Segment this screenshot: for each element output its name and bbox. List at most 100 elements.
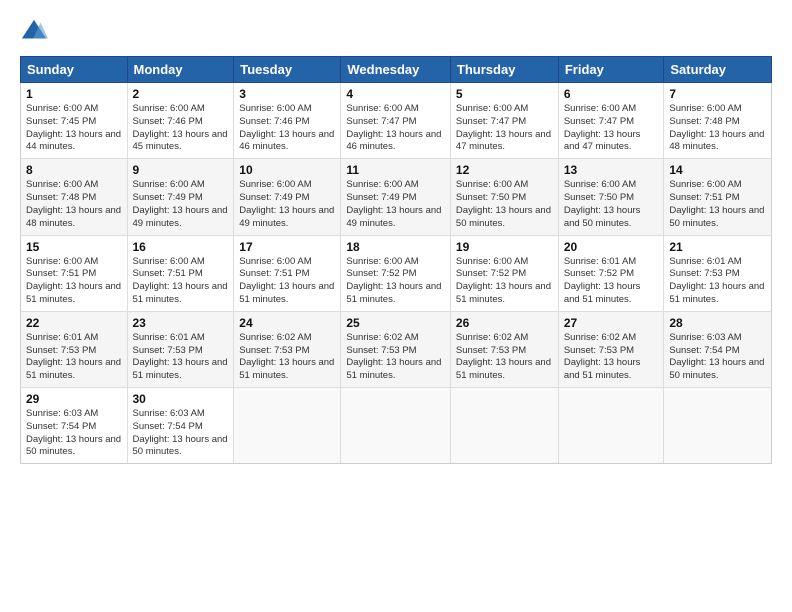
calendar-cell [450, 388, 558, 464]
calendar-cell: 7 Sunrise: 6:00 AMSunset: 7:48 PMDaylight… [664, 83, 772, 159]
day-info: Sunrise: 6:02 AMSunset: 7:53 PMDaylight:… [346, 332, 445, 383]
day-number: 7 [669, 87, 766, 101]
day-number: 9 [133, 163, 229, 177]
calendar-cell [234, 388, 341, 464]
logo-icon [20, 18, 48, 46]
day-number: 22 [26, 316, 122, 330]
day-info: Sunrise: 6:03 AMSunset: 7:54 PMDaylight:… [26, 408, 122, 459]
day-number: 17 [239, 240, 335, 254]
day-info: Sunrise: 6:00 AMSunset: 7:49 PMDaylight:… [133, 179, 229, 230]
calendar-cell: 27 Sunrise: 6:02 AMSunset: 7:53 PMDayligh… [558, 311, 664, 387]
calendar-cell: 6 Sunrise: 6:00 AMSunset: 7:47 PMDaylight… [558, 83, 664, 159]
day-number: 6 [564, 87, 659, 101]
calendar-cell: 28Sunrise: 6:03 AMSunset: 7:54 PMDayligh… [664, 311, 772, 387]
day-info: Sunrise: 6:00 AMSunset: 7:50 PMDaylight:… [456, 179, 553, 230]
header-row: SundayMondayTuesdayWednesdayThursdayFrid… [21, 57, 772, 83]
day-number: 2 [133, 87, 229, 101]
calendar-cell: 3 Sunrise: 6:00 AMSunset: 7:46 PMDaylight… [234, 83, 341, 159]
calendar-table: SundayMondayTuesdayWednesdayThursdayFrid… [20, 56, 772, 464]
day-info: Sunrise: 6:01 AMSunset: 7:53 PMDaylight:… [669, 256, 766, 307]
day-info: Sunrise: 6:01 AMSunset: 7:53 PMDaylight:… [26, 332, 122, 383]
calendar-cell: 19 Sunrise: 6:00 AMSunset: 7:52 PMDayligh… [450, 235, 558, 311]
day-number: 14 [669, 163, 766, 177]
day-info: Sunrise: 6:00 AMSunset: 7:51 PMDaylight:… [239, 256, 335, 307]
calendar-cell: 5 Sunrise: 6:00 AMSunset: 7:47 PMDaylight… [450, 83, 558, 159]
day-number: 25 [346, 316, 445, 330]
calendar-cell: 14Sunrise: 6:00 AMSunset: 7:51 PMDayligh… [664, 159, 772, 235]
day-number: 29 [26, 392, 122, 406]
day-number: 30 [133, 392, 229, 406]
day-number: 10 [239, 163, 335, 177]
day-info: Sunrise: 6:02 AMSunset: 7:53 PMDaylight:… [239, 332, 335, 383]
day-number: 5 [456, 87, 553, 101]
calendar-cell: 16 Sunrise: 6:00 AMSunset: 7:51 PMDayligh… [127, 235, 234, 311]
day-info: Sunrise: 6:00 AMSunset: 7:50 PMDaylight:… [564, 179, 659, 230]
day-info: Sunrise: 6:00 AMSunset: 7:46 PMDaylight:… [133, 103, 229, 154]
calendar-cell: 9 Sunrise: 6:00 AMSunset: 7:49 PMDaylight… [127, 159, 234, 235]
day-number: 21 [669, 240, 766, 254]
header [20, 18, 772, 46]
calendar-cell: 1 Sunrise: 6:00 AMSunset: 7:45 PMDaylight… [21, 83, 128, 159]
calendar-cell: 2 Sunrise: 6:00 AMSunset: 7:46 PMDaylight… [127, 83, 234, 159]
calendar-cell: 8 Sunrise: 6:00 AMSunset: 7:48 PMDaylight… [21, 159, 128, 235]
calendar-cell [664, 388, 772, 464]
calendar-cell: 30 Sunrise: 6:03 AMSunset: 7:54 PMDayligh… [127, 388, 234, 464]
day-number: 15 [26, 240, 122, 254]
day-info: Sunrise: 6:00 AMSunset: 7:49 PMDaylight:… [239, 179, 335, 230]
calendar-cell: 10 Sunrise: 6:00 AMSunset: 7:49 PMDayligh… [234, 159, 341, 235]
day-info: Sunrise: 6:00 AMSunset: 7:49 PMDaylight:… [346, 179, 445, 230]
day-number: 12 [456, 163, 553, 177]
calendar-cell: 4 Sunrise: 6:00 AMSunset: 7:47 PMDaylight… [341, 83, 451, 159]
day-info: Sunrise: 6:00 AMSunset: 7:51 PMDaylight:… [133, 256, 229, 307]
calendar-cell: 12 Sunrise: 6:00 AMSunset: 7:50 PMDayligh… [450, 159, 558, 235]
day-info: Sunrise: 6:00 AMSunset: 7:52 PMDaylight:… [456, 256, 553, 307]
calendar-cell: 21 Sunrise: 6:01 AMSunset: 7:53 PMDayligh… [664, 235, 772, 311]
calendar-cell [558, 388, 664, 464]
day-number: 1 [26, 87, 122, 101]
day-number: 8 [26, 163, 122, 177]
day-info: Sunrise: 6:01 AMSunset: 7:52 PMDaylight:… [564, 256, 659, 307]
day-info: Sunrise: 6:00 AMSunset: 7:47 PMDaylight:… [564, 103, 659, 154]
col-header-saturday: Saturday [664, 57, 772, 83]
day-info: Sunrise: 6:00 AMSunset: 7:52 PMDaylight:… [346, 256, 445, 307]
day-info: Sunrise: 6:00 AMSunset: 7:48 PMDaylight:… [26, 179, 122, 230]
calendar-cell: 13 Sunrise: 6:00 AMSunset: 7:50 PMDayligh… [558, 159, 664, 235]
day-number: 28 [669, 316, 766, 330]
logo [20, 18, 52, 46]
day-number: 3 [239, 87, 335, 101]
calendar-cell: 18 Sunrise: 6:00 AMSunset: 7:52 PMDayligh… [341, 235, 451, 311]
day-number: 26 [456, 316, 553, 330]
day-number: 18 [346, 240, 445, 254]
day-number: 13 [564, 163, 659, 177]
day-info: Sunrise: 6:00 AMSunset: 7:48 PMDaylight:… [669, 103, 766, 154]
day-info: Sunrise: 6:00 AMSunset: 7:47 PMDaylight:… [456, 103, 553, 154]
day-info: Sunrise: 6:00 AMSunset: 7:46 PMDaylight:… [239, 103, 335, 154]
col-header-thursday: Thursday [450, 57, 558, 83]
col-header-tuesday: Tuesday [234, 57, 341, 83]
calendar-cell: 11Sunrise: 6:00 AMSunset: 7:49 PMDayligh… [341, 159, 451, 235]
day-info: Sunrise: 6:00 AMSunset: 7:45 PMDaylight:… [26, 103, 122, 154]
day-number: 16 [133, 240, 229, 254]
calendar-cell: 23Sunrise: 6:01 AMSunset: 7:53 PMDayligh… [127, 311, 234, 387]
day-number: 19 [456, 240, 553, 254]
calendar-cell: 15 Sunrise: 6:00 AMSunset: 7:51 PMDayligh… [21, 235, 128, 311]
day-number: 4 [346, 87, 445, 101]
day-info: Sunrise: 6:02 AMSunset: 7:53 PMDaylight:… [456, 332, 553, 383]
calendar-cell: 26 Sunrise: 6:02 AMSunset: 7:53 PMDayligh… [450, 311, 558, 387]
day-info: Sunrise: 6:01 AMSunset: 7:53 PMDaylight:… [133, 332, 229, 383]
day-info: Sunrise: 6:00 AMSunset: 7:51 PMDaylight:… [26, 256, 122, 307]
calendar-cell: 25 Sunrise: 6:02 AMSunset: 7:53 PMDayligh… [341, 311, 451, 387]
day-number: 27 [564, 316, 659, 330]
day-number: 20 [564, 240, 659, 254]
calendar-cell: 22 Sunrise: 6:01 AMSunset: 7:53 PMDayligh… [21, 311, 128, 387]
page: SundayMondayTuesdayWednesdayThursdayFrid… [0, 0, 792, 474]
calendar-cell [341, 388, 451, 464]
day-info: Sunrise: 6:03 AMSunset: 7:54 PMDaylight:… [133, 408, 229, 459]
col-header-sunday: Sunday [21, 57, 128, 83]
calendar-cell: 20 Sunrise: 6:01 AMSunset: 7:52 PMDayligh… [558, 235, 664, 311]
col-header-wednesday: Wednesday [341, 57, 451, 83]
day-info: Sunrise: 6:00 AMSunset: 7:47 PMDaylight:… [346, 103, 445, 154]
day-info: Sunrise: 6:02 AMSunset: 7:53 PMDaylight:… [564, 332, 659, 383]
calendar-cell: 29 Sunrise: 6:03 AMSunset: 7:54 PMDayligh… [21, 388, 128, 464]
col-header-friday: Friday [558, 57, 664, 83]
